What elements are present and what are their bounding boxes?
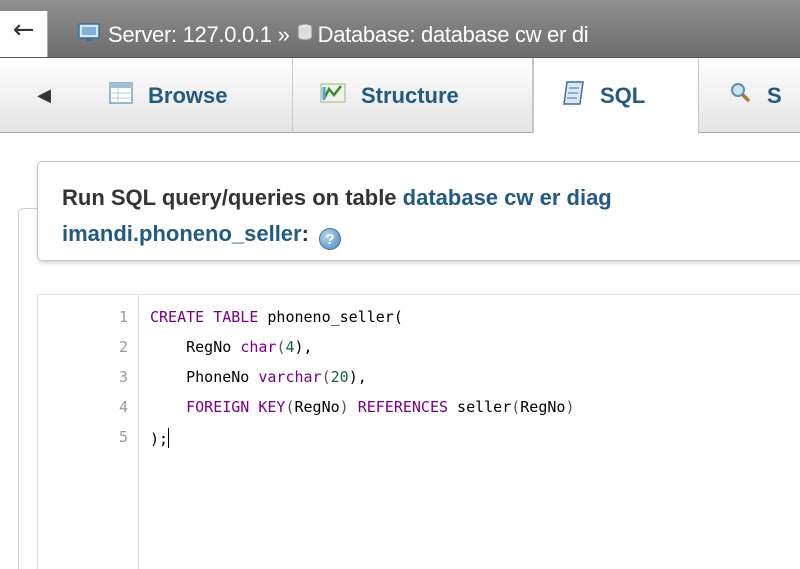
tab-search-label: S — [767, 82, 782, 108]
code-text: RegNo — [294, 398, 340, 416]
code-type: varchar — [258, 368, 322, 386]
code-text: RegNo — [186, 338, 241, 356]
tab-sql[interactable]: SQL — [533, 58, 699, 134]
page-title-line2: imandi.phoneno_seller: ? — [62, 216, 800, 252]
line-number-gutter: 1 2 3 4 5 — [38, 295, 139, 569]
table-link-part2[interactable]: imandi.phoneno_seller — [62, 221, 302, 246]
page-title: Run SQL query/queries on table database … — [62, 180, 800, 216]
line-number: 3 — [118, 368, 128, 386]
code-bracket: ) — [339, 398, 358, 416]
tab-sql-label: SQL — [600, 83, 646, 108]
page-title-suffix: : — [301, 221, 309, 246]
breadcrumb-database-link[interactable]: Database: database cw er di — [318, 22, 589, 48]
code-text: phoneno_seller( — [258, 308, 403, 326]
code-text: RegNo — [520, 398, 566, 416]
code-keyword: REFERENCES — [357, 398, 449, 416]
code-text: ); — [150, 430, 169, 448]
code-line-5: ); — [150, 428, 170, 448]
sql-editor[interactable]: 1 2 3 4 5 CREATE TABLE phoneno_seller( R… — [37, 294, 800, 569]
code-bracket: ( — [321, 368, 331, 386]
server-icon — [78, 21, 104, 49]
tab-browse-label: Browse — [148, 82, 228, 108]
code-number: 4 — [285, 338, 295, 356]
structure-icon — [319, 81, 347, 111]
code-bracket: ( — [285, 398, 295, 416]
tab-structure-label: Structure — [361, 82, 459, 108]
text-cursor — [168, 428, 170, 448]
tab-scroll-left-button[interactable]: ◀ — [0, 58, 88, 133]
code-line-1: CREATE TABLE phoneno_seller( — [150, 308, 403, 326]
table-link-part1[interactable]: database cw er diag — [403, 185, 612, 210]
tab-structure[interactable]: Structure — [293, 58, 533, 133]
tab-bar: ◀ Browse Structure SQL S — [0, 58, 800, 134]
page-title-prefix: Run SQL query/queries on table — [62, 185, 403, 210]
caret-left-icon: ◀ — [37, 85, 51, 105]
line-number: 4 — [118, 398, 128, 416]
code-number: 20 — [330, 368, 349, 386]
breadcrumb-separator: » — [277, 22, 290, 47]
tab-search[interactable]: S — [699, 58, 800, 133]
back-arrow-icon: ← — [12, 15, 35, 45]
code-type: char — [240, 338, 277, 356]
line-number: 2 — [118, 338, 128, 356]
database-icon — [296, 21, 314, 49]
code-keyword: CREATE TABLE — [150, 308, 259, 326]
code-keyword: FOREIGN KEY — [186, 398, 286, 416]
tab-browse[interactable]: Browse — [88, 58, 293, 133]
line-number: 5 — [118, 428, 128, 446]
line-number: 1 — [118, 308, 128, 326]
help-icon[interactable]: ? — [319, 228, 342, 250]
code-line-2: RegNo char(4), — [150, 338, 313, 356]
breadcrumb-bar: ← Server: 127.0.0.1 » Database: database… — [0, 0, 800, 58]
search-icon — [729, 81, 753, 111]
breadcrumb-server-link[interactable]: Server: 127.0.0.1 — [108, 22, 272, 48]
code-line-4: FOREIGN KEY(RegNo) REFERENCES seller(Reg… — [150, 398, 574, 416]
browse-icon — [108, 81, 134, 111]
sql-icon — [562, 80, 586, 112]
code-text: PhoneNo — [186, 368, 259, 386]
code-text: seller — [448, 398, 512, 416]
code-bracket: ( — [511, 398, 521, 416]
code-text: ), — [294, 338, 313, 356]
breadcrumb: Server: 127.0.0.1 » Database: database c… — [78, 20, 589, 50]
code-line-3: PhoneNo varchar(20), — [150, 368, 367, 386]
back-arrow-button[interactable]: ← — [0, 11, 48, 57]
code-bracket: ) — [565, 398, 575, 416]
query-header: Run SQL query/queries on table database … — [37, 161, 800, 261]
code-text: ), — [348, 368, 367, 386]
